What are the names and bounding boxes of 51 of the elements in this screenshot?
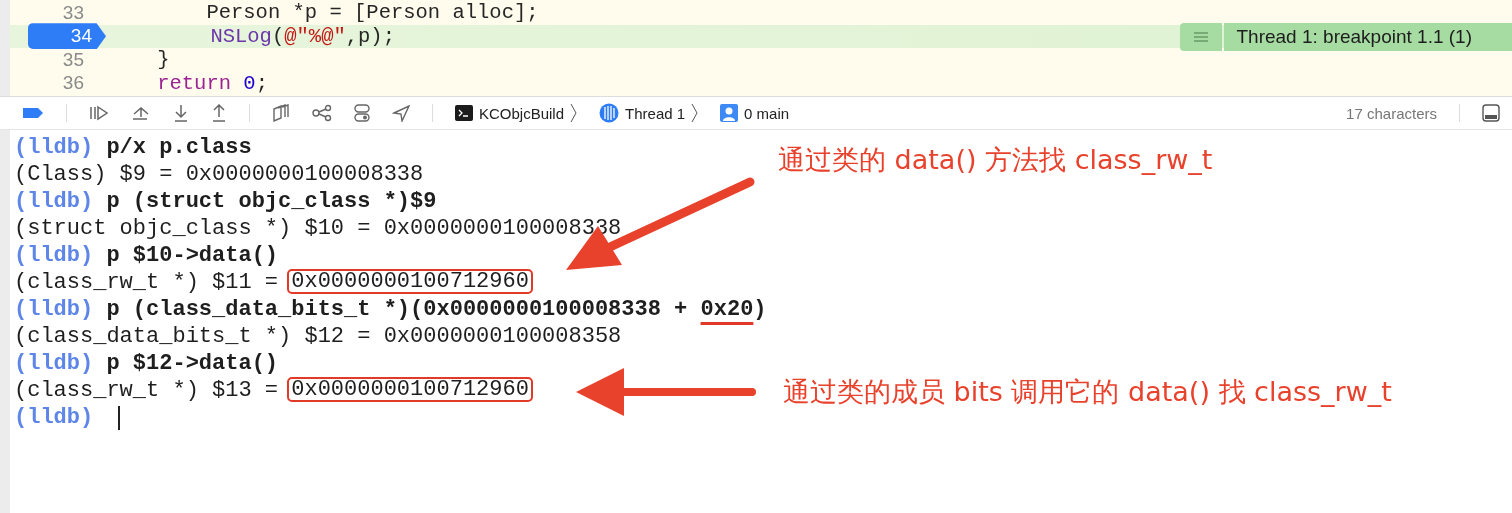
breakpoint-marker[interactable]: 34 [28, 23, 106, 50]
console-output: (class_rw_t *) $11 = [14, 269, 280, 296]
breadcrumb-item[interactable]: Thread 1 [625, 104, 686, 122]
code-line: NSLog(@"%@",p); [209, 24, 395, 48]
terminal-icon [455, 105, 473, 121]
lldb-prompt: (lldb) [14, 242, 94, 269]
location-icon[interactable] [392, 104, 410, 122]
console-command: p $12->data() [106, 350, 279, 377]
highlighted-address: 0x0000000100712960 [287, 269, 533, 294]
lldb-prompt: (lldb) [14, 350, 94, 377]
console-output: (class_data_bits_t *) $12 = 0x0000000100008358 [14, 323, 622, 350]
chevron-icon [570, 103, 578, 123]
code-line: } [156, 48, 170, 72]
menu-icon[interactable] [1180, 22, 1223, 51]
step-into-icon[interactable] [173, 104, 189, 122]
underlined-offset: 0x20 [700, 296, 754, 323]
lldb-prompt: (lldb) [14, 404, 94, 431]
toggle-icon[interactable] [354, 104, 370, 122]
character-count: 17 characters [1346, 104, 1437, 122]
lldb-prompt: (lldb) [14, 296, 94, 323]
line-number: 33 [61, 1, 85, 24]
console-output: (struct objc_class *) $10 = 0x0000000100008338 [14, 215, 622, 242]
console-command: p $10->data() [106, 242, 279, 269]
console-command: p (struct objc_class *)$9 [106, 188, 437, 215]
line-number: 36 [61, 72, 85, 95]
lldb-prompt: (lldb) [14, 188, 94, 215]
annotation-text: 通过类的成员 bits 调用它的 data() 找 class_rw_t [783, 375, 1392, 409]
breadcrumb-item[interactable]: KCObjcBuild [479, 104, 565, 122]
continue-icon[interactable] [89, 105, 109, 121]
breakpoint-banner: Thread 1: breakpoint 1.1 (1) [1224, 22, 1512, 51]
console-output: (class_rw_t *) $13 = [14, 377, 280, 404]
breadcrumb-item[interactable]: 0 main [744, 104, 790, 122]
user-icon [720, 104, 739, 122]
chevron-icon [691, 103, 699, 123]
console-command: p/x p.class [106, 134, 252, 161]
highlighted-address: 0x0000000100712960 [287, 377, 533, 402]
step-over-icon[interactable] [131, 105, 151, 121]
lldb-prompt: (lldb) [14, 134, 94, 161]
breakpoints-toggle-icon[interactable] [22, 107, 44, 119]
layers-icon[interactable] [272, 104, 290, 122]
code-line: Person *p = [Person alloc]; [205, 1, 539, 25]
panel-toggle-icon[interactable] [1482, 104, 1500, 122]
console-command: p (class_data_bits_t *)(0x0000000100008338 + [106, 296, 689, 323]
annotation-text: 通过类的 data() 方法找 class_rw_t [778, 143, 1213, 177]
line-number: 35 [61, 48, 85, 71]
graph-icon[interactable] [312, 104, 332, 122]
console-command: ) [753, 296, 767, 323]
step-out-icon[interactable] [211, 104, 227, 122]
thread-icon [599, 103, 620, 123]
console-output: (Class) $9 = 0x0000000100008338 [14, 161, 424, 188]
code-line: return 0; [156, 71, 268, 95]
